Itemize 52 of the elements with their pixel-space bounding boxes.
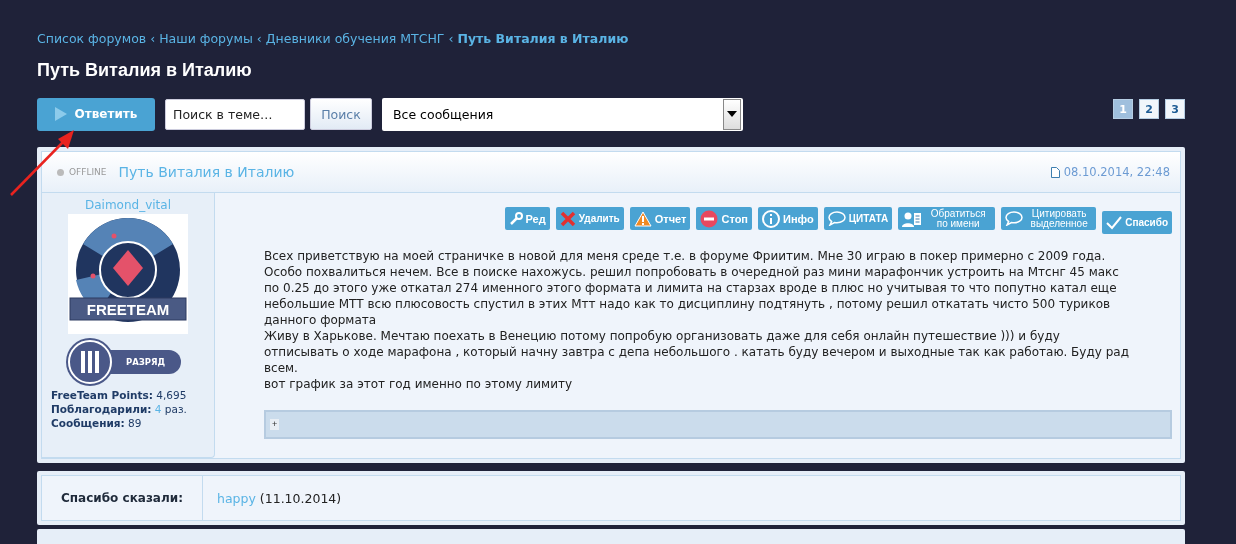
wrench-icon (508, 211, 523, 226)
breadcrumb-separator: ‹ (448, 31, 454, 46)
page-link[interactable]: 1 (1113, 99, 1133, 119)
filter-dropdown[interactable]: Все сообщения (382, 97, 743, 131)
breadcrumb-link[interactable]: Дневники обучения МТСНГ (265, 31, 445, 46)
page-link[interactable]: 3 (1165, 99, 1185, 119)
cross-icon (559, 210, 576, 227)
post-paragraph: Всех приветствую на моей страничке в новой для меня среде т.е. в форуме Фриитим. Мне 30 играю в покер примерно с 2009 года. (264, 248, 1107, 264)
topic-title: Путь Виталия в Италию (37, 60, 253, 81)
user-stat: FreeTeam Points: 4,695 (51, 388, 187, 402)
page-link[interactable]: 2 (1139, 99, 1159, 119)
avatar-drawing: FREETEAM (68, 214, 188, 334)
search-field[interactable]: Поиск в теме… (165, 98, 305, 130)
post-subject-link[interactable]: Путь Виталия в Италию (118, 164, 295, 180)
breadcrumb-link[interactable]: Список форумов (37, 31, 147, 46)
delete-button[interactable]: Удалить (555, 207, 624, 230)
spoiler-toggle[interactable]: + (270, 419, 280, 430)
contact-card-icon (902, 210, 923, 227)
mention-button[interactable]: Обратиться по имени (898, 207, 996, 230)
quote-button[interactable]: ЦИТАТА (823, 207, 893, 230)
document-icon (1050, 166, 1060, 178)
report-button[interactable]: Отчет (629, 207, 691, 230)
breadcrumb-link[interactable]: Наши форумы (159, 31, 253, 46)
author-name-link[interactable]: Daimond_vital (85, 198, 171, 212)
quote-selected-button[interactable]: Цитировать выделенное (1001, 207, 1097, 230)
post-date: 08.10.2014, 22:48 (1050, 165, 1170, 179)
warning-icon (633, 210, 652, 227)
breadcrumb-link[interactable]: Путь Виталия в Италию (457, 31, 629, 46)
thanks-date: (11.10.2014) (259, 490, 342, 506)
stop-icon (700, 209, 719, 228)
rank-badge: РАЗРЯД (68, 340, 188, 384)
info-icon (762, 209, 780, 228)
post-paragraph: Живу в Харькове. Мечтаю поехать в Венецию потому попробую организовать даже для себя онлайн путешествие ))) и буду отписывать о ходе марафона , который начну завтра с депа небольшого . катать буду вечером и выходные так как работаю. Буду рад всем. (264, 328, 1130, 376)
user-stat: Сообщения: 89 (51, 416, 143, 430)
reply-button[interactable]: Ответить (37, 97, 155, 131)
thanks-label: Спасибо сказали: (42, 476, 203, 520)
post-paragraph: вот график за этот год именно по этому лимиту (264, 376, 574, 392)
breadcrumb-separator: ‹ (150, 31, 156, 46)
info-button[interactable]: Инфо (758, 207, 818, 230)
status-label: OFFLINE (69, 167, 107, 177)
play-icon (54, 107, 67, 121)
speech-bubble-icon (1005, 211, 1024, 226)
thanker-link[interactable]: happy (217, 490, 256, 506)
thanks-button[interactable]: Спасибо (1102, 211, 1172, 234)
stop-button[interactable]: Стоп (696, 207, 752, 230)
edit-button[interactable]: Ред (504, 207, 550, 230)
speech-bubble-icon (827, 211, 846, 226)
checkmark-icon (1106, 215, 1123, 230)
breadcrumb-separator: ‹ (256, 31, 262, 46)
search-button[interactable]: Поиск (310, 98, 372, 130)
user-stat: Поблагодарили: 4 раз. (51, 402, 187, 416)
post-paragraph: Особо похвалиться нечем. Все в поиске нахожусь. решил попробовать в очередной раз мини марафончик устроить на Мтснг 45 макс по 0.25 до этого уже откатал 274 именного этого формата и лимита на старзах вроде в плюс но учитывая то что попутно катал еще небольшие МТТ всю плюсовость спустил в этих Мтт надо как то дисциплину подтянуть , потому решил откатать чисто 500 туриков данного формата (264, 264, 1120, 328)
